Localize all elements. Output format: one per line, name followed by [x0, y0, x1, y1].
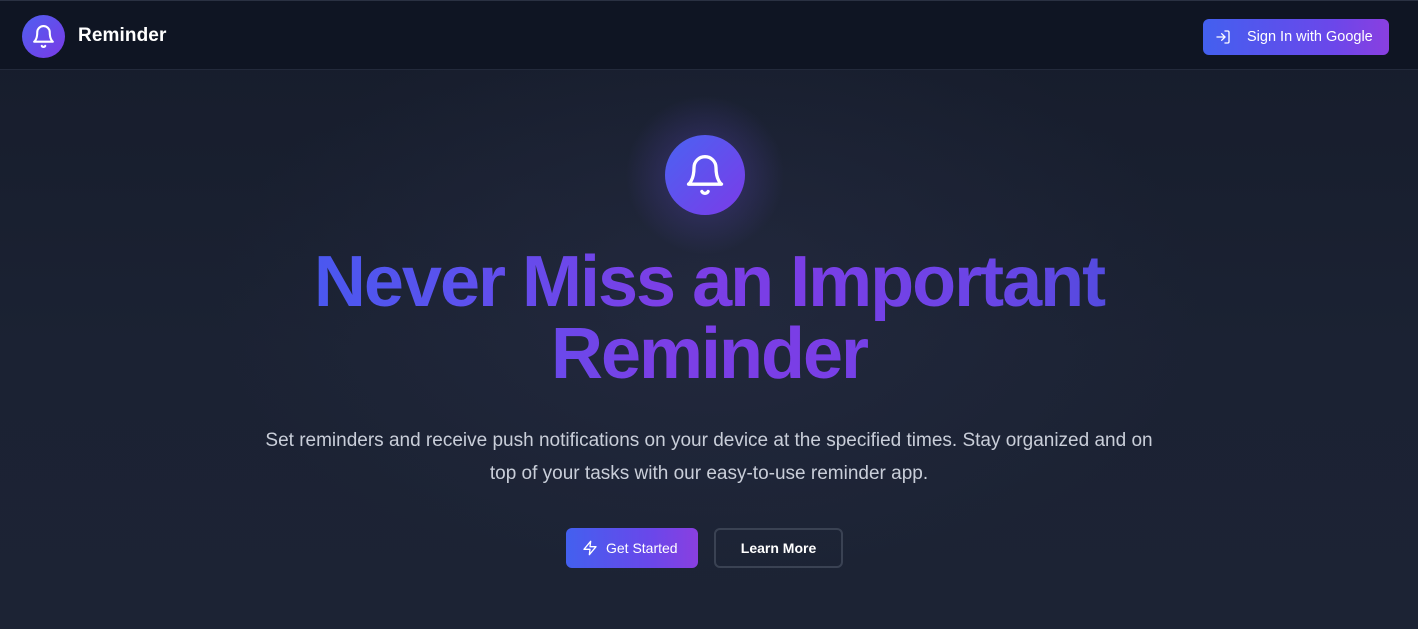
- hero-title: Never Miss an Important Reminder: [209, 246, 1209, 390]
- get-started-button[interactable]: Get Started: [566, 528, 698, 568]
- lightning-icon: [583, 540, 597, 556]
- sign-in-label: Sign In with Google: [1247, 29, 1373, 45]
- top-navbar: Reminder Sign In with Google: [0, 0, 1418, 70]
- bell-icon: [33, 24, 54, 48]
- sign-in-google-button[interactable]: Sign In with Google: [1203, 19, 1389, 55]
- bell-icon: [686, 155, 724, 195]
- learn-more-button[interactable]: Learn More: [714, 528, 843, 568]
- get-started-label: Get Started: [606, 540, 678, 556]
- brand-logo: [22, 14, 65, 58]
- brand[interactable]: Reminder: [22, 14, 166, 58]
- brand-name: Reminder: [78, 25, 167, 46]
- sign-in-icon: [1216, 30, 1230, 44]
- cta-row: Get Started Learn More: [566, 528, 843, 568]
- hero-icon: [665, 135, 745, 215]
- hero-subtitle: Set reminders and receive push notificat…: [265, 430, 1153, 484]
